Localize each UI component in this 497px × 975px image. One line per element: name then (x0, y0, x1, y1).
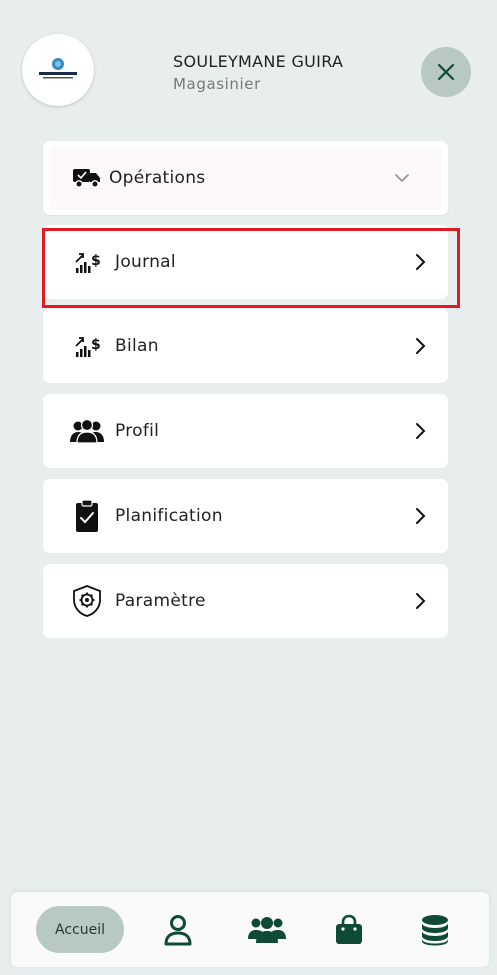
menu-item-parametre[interactable]: Paramètre (43, 564, 448, 638)
close-button[interactable] (421, 47, 471, 97)
bottom-navigation: Accueil (11, 892, 489, 967)
chart-dollar-icon: $ (69, 328, 105, 364)
chevron-right-icon (416, 338, 426, 354)
company-logo (22, 34, 94, 106)
users-group-icon (248, 917, 286, 943)
menu-item-label: Paramètre (115, 591, 206, 611)
menu-item-label: Journal (115, 252, 176, 272)
chart-dollar-icon: $ (69, 244, 105, 280)
users-group-icon (69, 413, 105, 449)
nav-home-button[interactable]: Accueil (36, 906, 124, 953)
user-icon (164, 915, 192, 946)
menu-item-journal[interactable]: $ Journal (43, 225, 448, 299)
drawer-header: SOULEYMANE GUIRA Magasinier (0, 0, 497, 140)
clipboard-check-icon (69, 498, 105, 534)
menu-item-label: Planification (115, 506, 223, 526)
menu-item-profil[interactable]: Profil (43, 394, 448, 468)
chevron-right-icon (416, 508, 426, 524)
database-icon (422, 915, 448, 946)
delivery-truck-icon (69, 160, 105, 196)
svg-text:$: $ (91, 253, 101, 269)
menu-item-bilan[interactable]: $ Bilan (43, 309, 448, 383)
chevron-right-icon (416, 254, 426, 270)
menu-item-label: Profil (115, 421, 160, 441)
menu-item-label: Bilan (115, 336, 159, 356)
user-role: Magasinier (173, 75, 261, 93)
menu-item-planification[interactable]: Planification (43, 479, 448, 553)
nav-database-button[interactable] (417, 912, 453, 948)
nav-user-button[interactable] (160, 912, 196, 948)
nav-team-button[interactable] (247, 912, 287, 948)
shield-gear-icon (69, 583, 105, 619)
chevron-right-icon (416, 593, 426, 609)
nav-shop-button[interactable] (331, 912, 367, 948)
menu-item-label: Opérations (109, 168, 206, 188)
close-icon (437, 63, 455, 81)
svg-text:$: $ (91, 337, 101, 353)
user-name: SOULEYMANE GUIRA (173, 52, 344, 71)
chevron-right-icon (416, 423, 426, 439)
menu-item-operations[interactable]: Opérations (43, 141, 448, 215)
chevron-down-icon (395, 174, 409, 183)
shopping-bag-icon (336, 914, 362, 944)
